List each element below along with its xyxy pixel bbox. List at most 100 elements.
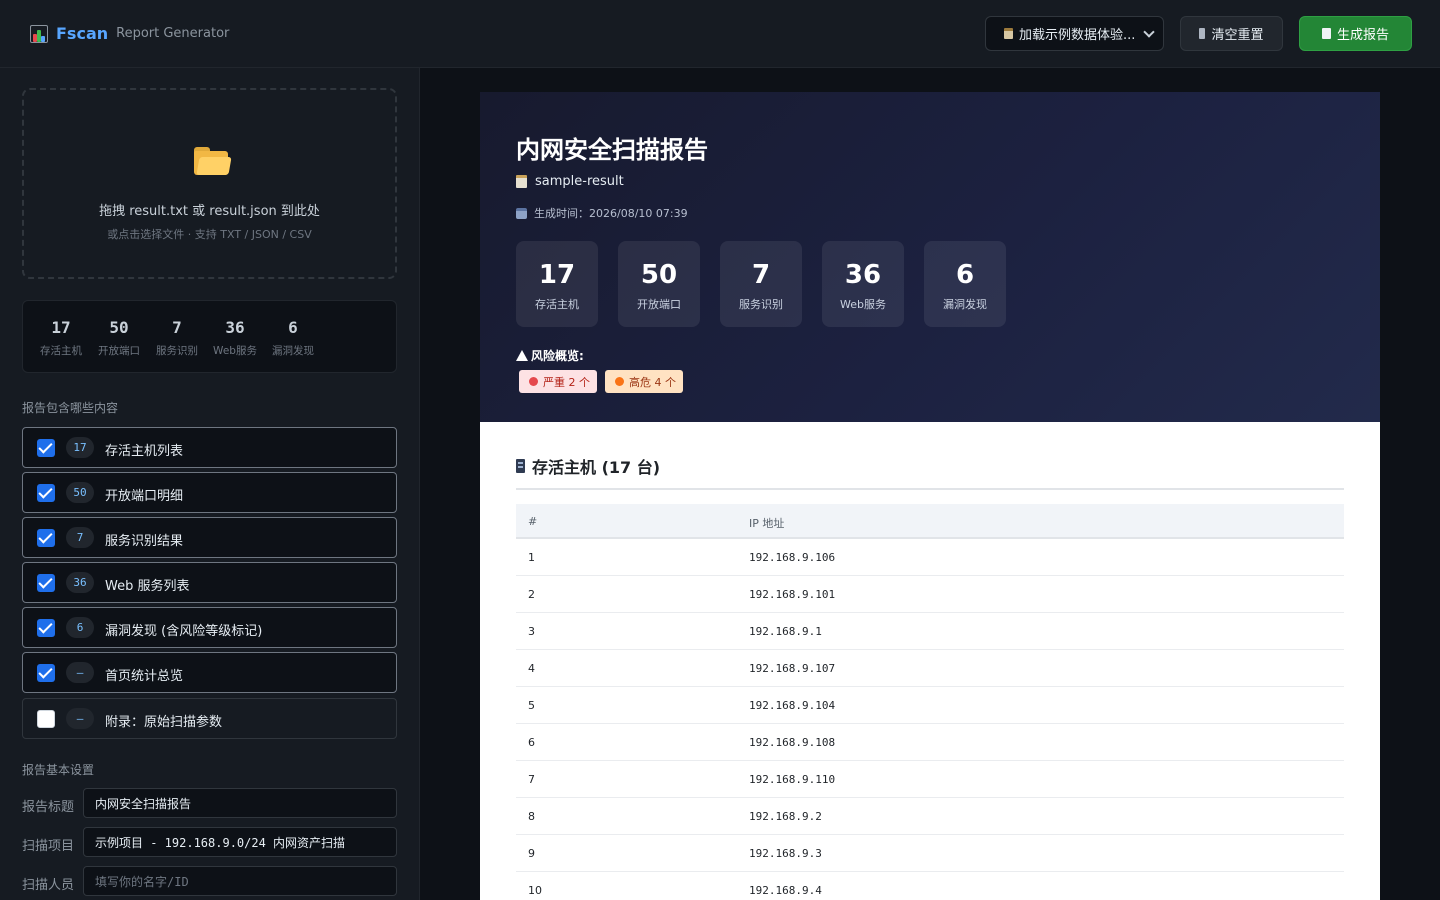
- app-subtitle: Report Generator: [116, 26, 230, 41]
- table-row: 9 192.168.9.3: [516, 835, 1344, 872]
- stat-value: 50: [109, 318, 129, 337]
- sample-data-select[interactable]: 加载示例数据体验...: [985, 16, 1164, 51]
- scanner-input[interactable]: 填写你的名字/ID: [83, 866, 397, 896]
- sample-data-select-label: 加载示例数据体验...: [1019, 28, 1136, 43]
- calendar-icon: [516, 207, 527, 219]
- row-index: 2: [528, 588, 535, 601]
- hero-stat-alive-hosts: 17 存活主机: [516, 241, 598, 327]
- row-ip: 192.168.9.4: [749, 884, 822, 897]
- stat-value: 17: [538, 260, 576, 290]
- row-index: 10: [528, 884, 542, 897]
- warning-icon: [516, 350, 528, 361]
- stat-label: 开放端口: [637, 298, 681, 311]
- generate-report-button[interactable]: 生成报告: [1299, 16, 1412, 51]
- checkbox-checked[interactable]: [37, 574, 55, 592]
- chevron-down-icon: [1143, 26, 1155, 38]
- row-ip: 192.168.9.3: [749, 847, 822, 860]
- row-ip: 192.168.9.1: [749, 625, 822, 638]
- stat-label: Web服务: [213, 345, 257, 357]
- checkbox-checked[interactable]: [37, 619, 55, 637]
- dropzone-hint: 或点击选择文件 · 支持 TXT / JSON / CSV: [107, 228, 312, 241]
- row-ip: 192.168.9.107: [749, 662, 836, 675]
- table-header-row: # IP 地址: [516, 504, 1344, 539]
- memo-icon: [516, 175, 527, 188]
- stat-value: 36: [225, 318, 245, 337]
- option-alive-hosts[interactable]: 17 存活主机列表: [22, 427, 397, 468]
- table-row: 1 192.168.9.106: [516, 539, 1344, 576]
- summary-stats: 17 存活主机 50 开放端口 7 服务识别 36 Web服务 6 漏洞发现: [22, 300, 397, 373]
- row-index: 8: [528, 810, 535, 823]
- row-index: 9: [528, 847, 535, 860]
- row-ip: 192.168.9.106: [749, 551, 836, 564]
- reset-button-label: 清空重置: [1211, 28, 1264, 43]
- option-appendix-params[interactable]: – 附录：原始扫描参数: [22, 698, 397, 739]
- report-generated-time: 生成时间：2026/08/10 07:39: [534, 207, 688, 220]
- folder-icon: [194, 145, 232, 175]
- count-badge: 6: [66, 617, 94, 638]
- hero-stat-services: 7 服务识别: [720, 241, 802, 327]
- red-circle-icon: [529, 377, 538, 386]
- stat-services: 7 服务识别: [148, 318, 206, 358]
- count-badge: 17: [66, 437, 94, 458]
- file-dropzone[interactable]: 拖拽 result.txt 或 result.json 到此处 或点击选择文件 …: [22, 88, 397, 279]
- option-label: 首页统计总览: [105, 669, 184, 684]
- checkbox-unchecked[interactable]: [37, 710, 55, 728]
- scan-project-label: 扫描项目: [22, 839, 75, 854]
- checkbox-checked[interactable]: [37, 529, 55, 547]
- settings-section-title: 报告基本设置: [22, 763, 95, 777]
- row-index: 4: [528, 662, 535, 675]
- stat-alive-hosts: 17 存活主机: [32, 318, 90, 358]
- stat-value: 17: [51, 318, 71, 337]
- option-label: 漏洞发现 (含风险等级标记): [105, 624, 263, 639]
- hero-stat-vulnerabilities: 6 漏洞发现: [924, 241, 1006, 327]
- row-ip: 192.168.9.104: [749, 699, 836, 712]
- report-title-input[interactable]: 内网安全扫描报告: [83, 788, 397, 818]
- option-label: 服务识别结果: [105, 534, 184, 549]
- option-open-ports[interactable]: 50 开放端口明细: [22, 472, 397, 513]
- table-row: 7 192.168.9.110: [516, 761, 1344, 798]
- row-ip: 192.168.9.108: [749, 736, 836, 749]
- contents-section-title: 报告包含哪些内容: [22, 401, 119, 415]
- hosts-section-heading: 存活主机 (17 台): [516, 454, 660, 478]
- orange-circle-icon: [615, 377, 624, 386]
- stat-open-ports: 50 开放端口: [90, 318, 148, 358]
- stat-label: 开放端口: [98, 345, 140, 357]
- row-ip: 192.168.9.110: [749, 773, 836, 786]
- stat-label: 漏洞发现: [272, 345, 314, 357]
- checkbox-checked[interactable]: [37, 439, 55, 457]
- checkbox-checked[interactable]: [37, 484, 55, 502]
- sidebar: 拖拽 result.txt 或 result.json 到此处 或点击选择文件 …: [0, 68, 420, 900]
- count-badge: –: [66, 662, 94, 683]
- app-name: Fscan: [56, 24, 109, 43]
- row-index: 6: [528, 736, 535, 749]
- risk-high-label: 高危 4 个: [629, 375, 676, 389]
- checkbox-checked[interactable]: [37, 664, 55, 682]
- stat-label: 存活主机: [40, 345, 82, 357]
- option-overview-stats[interactable]: – 首页统计总览: [22, 652, 397, 693]
- generate-report-button-label: 生成报告: [1336, 28, 1389, 43]
- reset-button[interactable]: 清空重置: [1180, 16, 1283, 51]
- scanner-label: 扫描人员: [22, 878, 75, 893]
- report-source-name: sample-result: [535, 174, 624, 189]
- stat-value: 7: [751, 260, 771, 290]
- stat-label: Web服务: [840, 298, 886, 311]
- table-row: 4 192.168.9.107: [516, 650, 1344, 687]
- option-web-services[interactable]: 36 Web 服务列表: [22, 562, 397, 603]
- hosts-table: # IP 地址 1 192.168.9.106 2 192.168.9.101 …: [516, 504, 1344, 900]
- option-services[interactable]: 7 服务识别结果: [22, 517, 397, 558]
- top-bar: Fscan Report Generator 加载示例数据体验... 清空重置 …: [0, 0, 1440, 68]
- table-row: 5 192.168.9.104: [516, 687, 1344, 724]
- report-preview-pane: 内网安全扫描报告 sample-result 生成时间：2026/08/10 0…: [420, 68, 1440, 900]
- trash-icon: [1199, 28, 1206, 39]
- option-vulnerabilities[interactable]: 6 漏洞发现 (含风险等级标记): [22, 607, 397, 648]
- report-hero: 内网安全扫描报告 sample-result 生成时间：2026/08/10 0…: [480, 92, 1380, 422]
- scan-project-input[interactable]: 示例项目 - 192.168.9.0/24 内网资产扫描: [83, 827, 397, 857]
- risk-critical-label: 严重 2 个: [543, 375, 590, 389]
- option-label: 开放端口明细: [105, 489, 184, 504]
- report-title: 内网安全扫描报告: [516, 136, 708, 164]
- clipboard-icon: [1004, 28, 1013, 39]
- stat-web-services: 36 Web服务: [206, 318, 264, 358]
- dropzone-instruction: 拖拽 result.txt 或 result.json 到此处: [99, 204, 320, 219]
- stat-label: 服务识别: [156, 345, 198, 357]
- risk-overview-label: 风险概览:: [531, 349, 584, 363]
